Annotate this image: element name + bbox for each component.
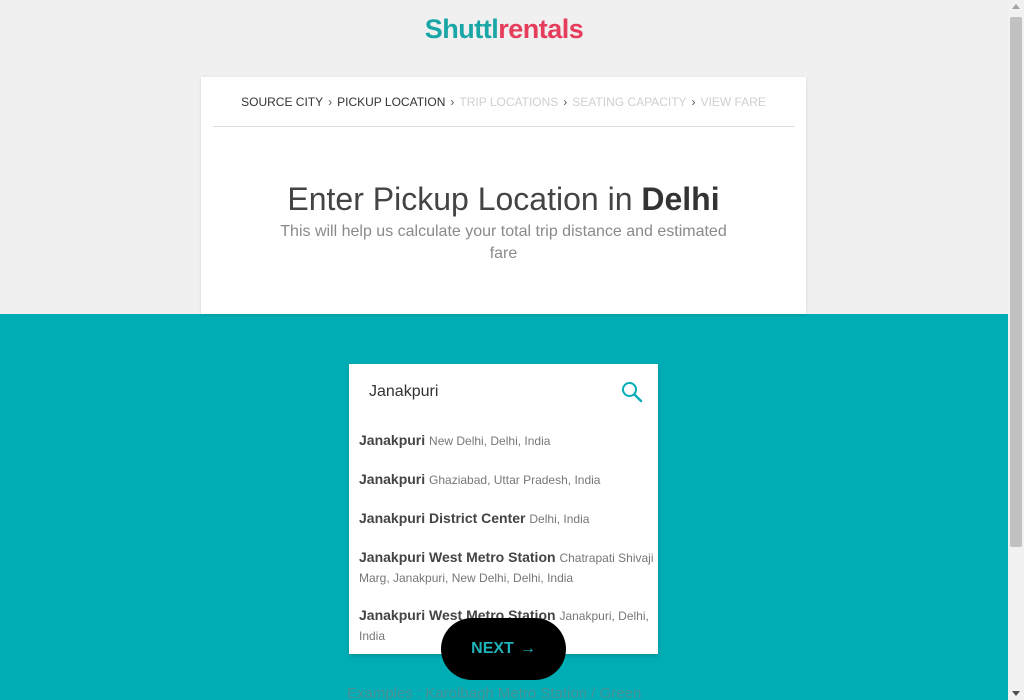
suggestion-sub: Ghaziabad, Uttar Pradesh, India <box>429 473 601 487</box>
search-box: Janakpuri New Delhi, Delhi, India Janakp… <box>349 364 658 654</box>
breadcrumb-source-city[interactable]: SOURCE CITY <box>241 95 323 109</box>
suggestion-sub: New Delhi, Delhi, India <box>429 434 551 448</box>
chevron-right-icon: › <box>328 94 333 109</box>
suggestion-main: Janakpuri <box>359 471 426 487</box>
step-card: SOURCE CITY › PICKUP LOCATION › TRIP LOC… <box>201 77 806 314</box>
breadcrumb: SOURCE CITY › PICKUP LOCATION › TRIP LOC… <box>213 77 794 127</box>
suggestion-item[interactable]: Janakpuri Ghaziabad, Uttar Pradesh, Indi… <box>359 470 654 490</box>
page-title-city: Delhi <box>641 181 720 217</box>
breadcrumb-trip-locations: TRIP LOCATIONS <box>459 94 559 109</box>
page-subtitle: This will help us calculate your total t… <box>280 223 727 262</box>
breadcrumb-view-fare: VIEW FARE <box>700 94 766 109</box>
suggestion-main: Janakpuri <box>359 432 426 448</box>
chevron-right-icon: › <box>563 94 568 109</box>
suggestion-item[interactable]: Janakpuri West Metro Station Chatrapati … <box>359 548 654 588</box>
vertical-scrollbar[interactable] <box>1008 0 1024 700</box>
scrollbar-thumb[interactable] <box>1010 17 1022 547</box>
pickup-location-input[interactable] <box>369 380 609 404</box>
breadcrumb-pickup-location[interactable]: PICKUP LOCATION <box>337 95 445 109</box>
chevron-right-icon: › <box>691 94 696 109</box>
page-title-prefix: Enter Pickup Location in <box>287 181 642 217</box>
suggestion-sub: Delhi, India <box>529 512 590 526</box>
suggestion-item[interactable]: Janakpuri District Center Delhi, India <box>359 509 654 529</box>
chevron-right-icon: › <box>450 94 455 109</box>
next-button-label: NEXT <box>471 640 514 657</box>
suggestion-main: Janakpuri West Metro Station <box>359 549 556 565</box>
suggestion-item[interactable]: Janakpuri New Delhi, Delhi, India <box>359 431 654 451</box>
logo: Shuttlrentals <box>0 14 1008 45</box>
arrow-right-icon: → <box>519 640 536 657</box>
examples-hint: Examples : Karolbagh Metro Station / Gre… <box>347 685 642 700</box>
page-title: Enter Pickup Location in Delhi <box>201 181 806 218</box>
scroll-up-arrow-icon[interactable] <box>1012 4 1020 9</box>
logo-part-rentals: rentals <box>498 14 584 44</box>
next-button[interactable]: NEXT → <box>441 618 566 680</box>
search-icon[interactable] <box>620 380 644 404</box>
logo-part-shuttl: Shuttl <box>424 14 499 44</box>
scroll-down-arrow-icon[interactable] <box>1012 691 1020 696</box>
suggestion-main: Janakpuri District Center <box>359 510 526 526</box>
breadcrumb-seating-capacity: SEATING CAPACITY <box>572 94 687 109</box>
